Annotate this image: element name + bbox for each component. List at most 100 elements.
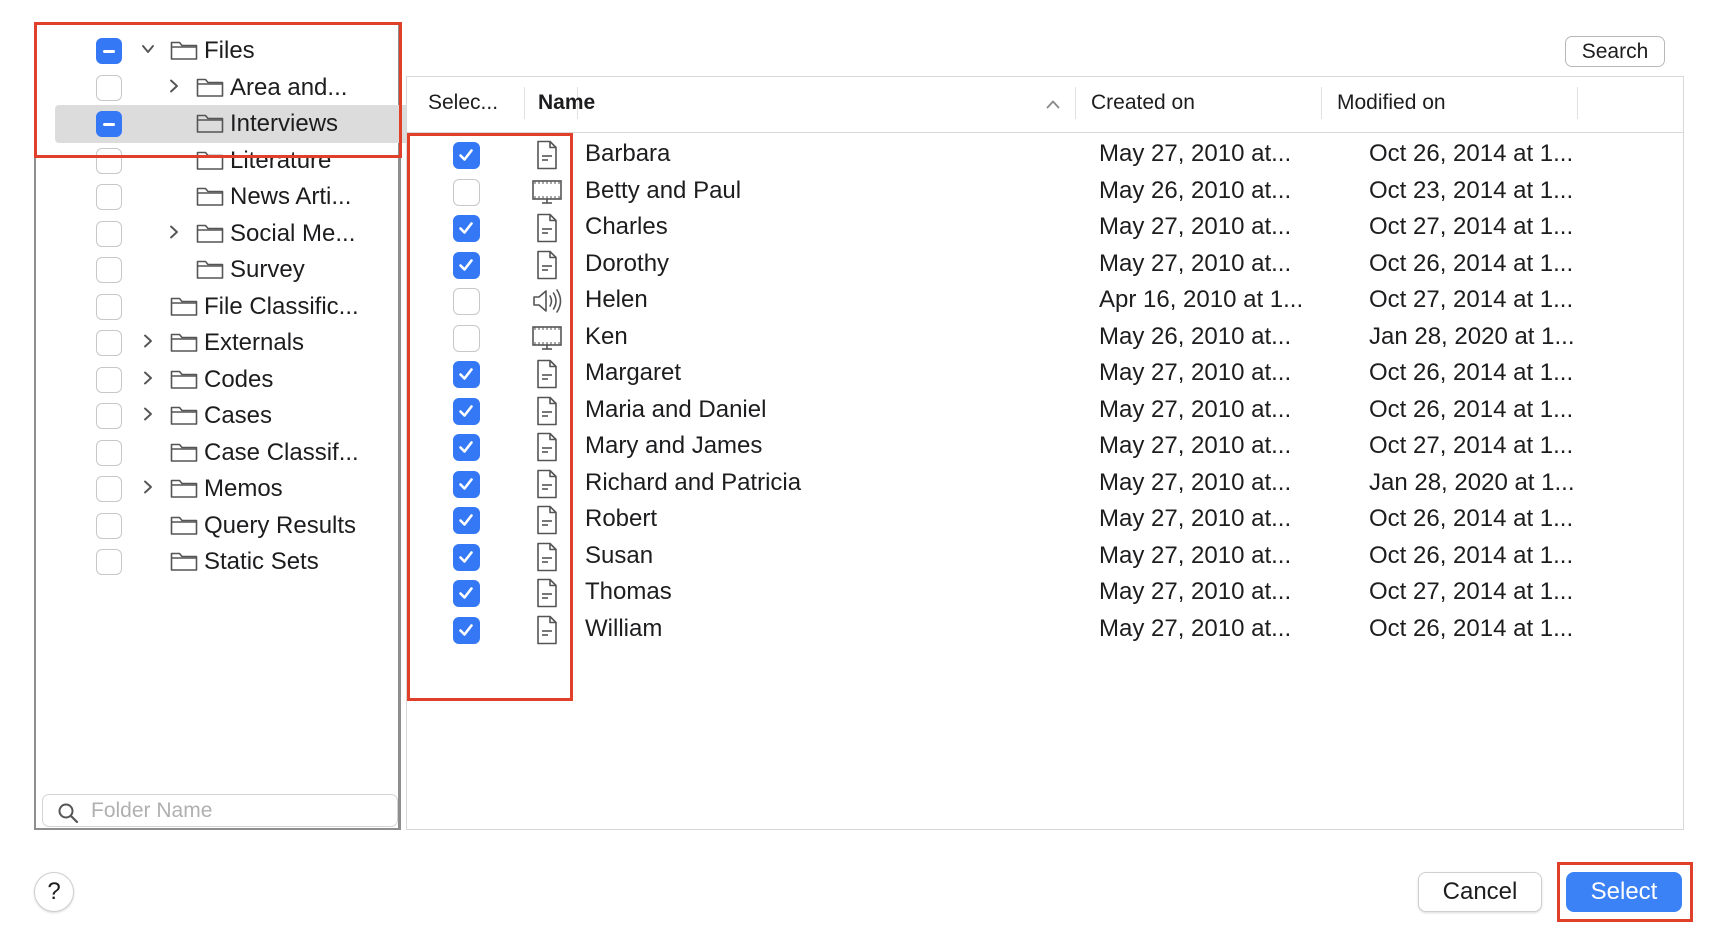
folder-checkbox[interactable] <box>96 439 122 466</box>
table-row[interactable]: Helen Apr 16, 2010 at 1... Oct 27, 2014 at… <box>407 280 1683 320</box>
folder-tree-item[interactable]: Memos <box>36 468 398 508</box>
row-checkbox[interactable] <box>453 215 480 242</box>
folder-tree-item[interactable]: Files <box>36 30 398 70</box>
modified-cell: Oct 26, 2014 at 1... <box>1369 140 1574 167</box>
table-row[interactable]: Mary and James May 27, 2010 at... Oct 27, … <box>407 426 1683 466</box>
folder-tree-item[interactable]: Static Sets <box>36 541 398 581</box>
folder-tree-item[interactable]: News Arti... <box>36 176 398 216</box>
folder-checkbox[interactable] <box>96 220 122 247</box>
table-row[interactable]: Dorothy May 27, 2010 at... Oct 26, 2014 at… <box>407 244 1683 284</box>
column-header-select[interactable]: Selec... <box>428 91 498 115</box>
table-row[interactable]: William May 27, 2010 at... Oct 26, 2014 at… <box>407 609 1683 649</box>
folder-checkbox[interactable] <box>96 184 122 210</box>
row-checkbox[interactable] <box>453 397 480 425</box>
row-checkbox[interactable] <box>453 361 480 388</box>
folder-tree-item[interactable]: File Classific... <box>36 286 398 326</box>
table-row[interactable]: Robert May 27, 2010 at... Oct 26, 2014 at … <box>407 499 1683 539</box>
row-checkbox[interactable] <box>453 543 480 571</box>
table-row[interactable]: Susan May 27, 2010 at... Oct 26, 2014 at 1… <box>407 536 1683 576</box>
folder-icon <box>170 39 198 61</box>
chevron-right-icon[interactable] <box>140 333 156 349</box>
row-checkbox[interactable] <box>453 616 480 644</box>
created-cell: May 26, 2010 at... <box>1099 322 1292 350</box>
folder-checkbox[interactable] <box>96 476 122 502</box>
folder-checkbox[interactable] <box>96 257 122 283</box>
name-cell: Ken <box>585 322 628 350</box>
column-header-created[interactable]: Created on <box>1091 91 1195 115</box>
table-row[interactable]: Thomas May 27, 2010 at... Oct 27, 2014 at … <box>407 572 1683 612</box>
chevron-right-icon[interactable] <box>140 479 156 495</box>
table-row[interactable]: Barbara May 27, 2010 at... Oct 26, 2014 at… <box>407 134 1683 174</box>
folder-tree-item[interactable]: Codes <box>36 359 398 399</box>
document-icon <box>531 541 563 573</box>
document-icon <box>531 431 563 463</box>
folder-tree-item[interactable]: Interviews <box>36 103 428 143</box>
table-row[interactable]: Ken May 26, 2010 at... Jan 28, 2020 at 1..… <box>407 317 1683 357</box>
folder-checkbox[interactable] <box>96 366 122 393</box>
column-separator[interactable] <box>1075 87 1076 119</box>
folder-tree-item[interactable]: Query Results <box>36 505 398 545</box>
folder-tree-item[interactable]: Literature <box>36 140 398 180</box>
created-cell: May 26, 2010 at... <box>1099 176 1292 204</box>
row-checkbox[interactable] <box>453 580 480 607</box>
select-button[interactable]: Select <box>1566 872 1682 912</box>
document-icon <box>531 249 563 281</box>
column-separator[interactable] <box>1321 87 1322 119</box>
chevron-right-icon[interactable] <box>140 406 156 422</box>
table-row[interactable]: Richard and Patricia May 27, 2010 at... Ja… <box>407 463 1683 503</box>
folder-checkbox[interactable] <box>96 403 122 429</box>
modified-cell: Oct 27, 2014 at 1... <box>1369 432 1574 459</box>
folder-tree-item[interactable]: Externals <box>36 322 398 362</box>
column-separator[interactable] <box>1577 87 1578 119</box>
search-button[interactable]: Search <box>1565 36 1665 67</box>
row-checkbox[interactable] <box>453 324 480 352</box>
folder-search-field[interactable] <box>42 794 398 827</box>
folder-checkbox[interactable] <box>96 147 122 174</box>
folder-checkbox[interactable] <box>96 549 122 575</box>
folder-checkbox[interactable] <box>96 111 122 137</box>
folder-tree-item[interactable]: Area and... <box>36 67 398 107</box>
column-separator[interactable] <box>524 87 525 119</box>
cancel-button[interactable]: Cancel <box>1418 872 1542 912</box>
name-cell: Susan <box>585 541 654 569</box>
folder-tree-item[interactable]: Survey <box>36 249 398 289</box>
folder-label: Area and... <box>230 73 348 101</box>
folder-icon <box>170 295 198 317</box>
folder-checkbox[interactable] <box>96 512 122 539</box>
folder-label: Survey <box>230 256 305 283</box>
folder-tree-item[interactable]: Case Classif... <box>36 432 398 472</box>
modified-cell: Jan 28, 2020 at 1... <box>1369 322 1575 350</box>
document-icon <box>531 358 563 390</box>
folder-checkbox[interactable] <box>96 74 122 101</box>
row-checkbox[interactable] <box>453 470 480 498</box>
folder-tree-item[interactable]: Cases <box>36 395 398 435</box>
row-checkbox[interactable] <box>453 251 480 279</box>
chevron-right-icon[interactable] <box>166 78 182 94</box>
modified-cell: Oct 27, 2014 at 1... <box>1369 213 1574 240</box>
search-icon <box>58 803 79 824</box>
column-header-name[interactable]: Name <box>538 91 595 115</box>
row-checkbox[interactable] <box>453 142 480 169</box>
table-row[interactable]: Margaret May 27, 2010 at... Oct 26, 2014 a… <box>407 353 1683 393</box>
chevron-right-icon[interactable] <box>140 370 156 386</box>
column-header-modified[interactable]: Modified on <box>1337 91 1446 115</box>
help-button[interactable]: ? <box>34 872 74 912</box>
table-row[interactable]: Charles May 27, 2010 at... Oct 27, 2014 at… <box>407 207 1683 247</box>
table-row[interactable]: Betty and Paul May 26, 2010 at... Oct 23, … <box>407 171 1683 211</box>
folder-checkbox[interactable] <box>96 293 122 320</box>
modified-cell: Oct 27, 2014 at 1... <box>1369 286 1574 313</box>
folder-label: Interviews <box>230 110 339 137</box>
row-checkbox[interactable] <box>453 178 480 206</box>
folder-checkbox[interactable] <box>96 330 122 356</box>
folder-tree-item[interactable]: Social Me... <box>36 213 398 253</box>
folder-search-input[interactable] <box>91 798 381 823</box>
row-checkbox[interactable] <box>453 507 480 534</box>
chevron-right-icon[interactable] <box>166 224 182 240</box>
row-checkbox[interactable] <box>453 288 480 315</box>
chevron-down-icon[interactable] <box>140 41 156 57</box>
created-cell: May 27, 2010 at... <box>1099 614 1292 642</box>
folder-checkbox[interactable] <box>96 38 122 64</box>
created-cell: May 27, 2010 at... <box>1099 395 1292 423</box>
table-row[interactable]: Maria and Daniel May 27, 2010 at... Oct 26… <box>407 390 1683 430</box>
row-checkbox[interactable] <box>453 434 480 461</box>
